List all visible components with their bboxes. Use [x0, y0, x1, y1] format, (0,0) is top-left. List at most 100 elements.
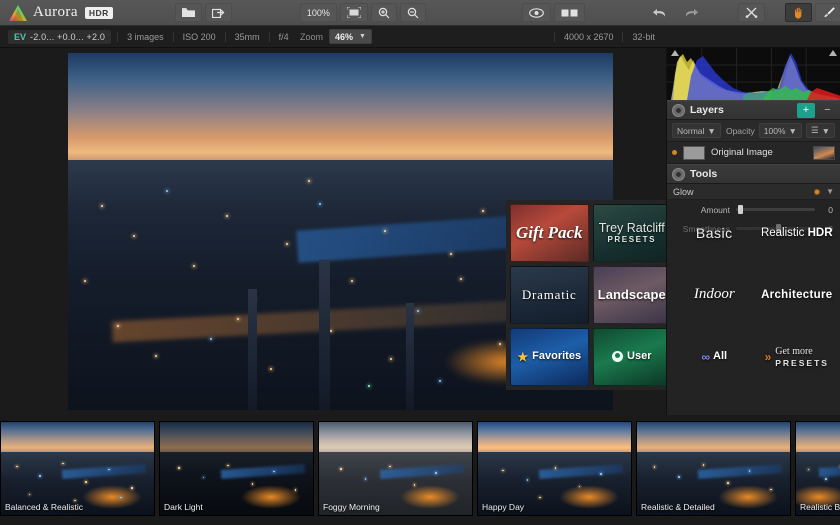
- layer-controls: Normal ▼ Opacity 100% ▼ ☰ ▼: [667, 120, 840, 142]
- compare-split-icon[interactable]: [554, 3, 585, 22]
- section-enabled-icon[interactable]: [814, 189, 820, 195]
- layer-item-original-image[interactable]: Original Image: [667, 142, 840, 164]
- preset-label: Architecture: [761, 289, 832, 301]
- preset-tile-gift-pack[interactable]: Gift Pack: [510, 204, 589, 262]
- image-dimensions: 4000 x 2670: [554, 32, 623, 42]
- layer-menu-button[interactable]: ☰ ▼: [806, 123, 835, 138]
- chevron-down-icon: ▼: [707, 126, 715, 136]
- layers-panel-header: Layers + −: [667, 100, 840, 120]
- slider-amount[interactable]: Amount 0: [667, 200, 840, 219]
- layer-name: Original Image: [711, 147, 807, 158]
- preset-label: Dramatic: [522, 288, 577, 302]
- title-bar: Aurora HDR 100%: [0, 0, 840, 26]
- chevron-down-icon: ▼: [359, 33, 366, 40]
- hamburger-icon: ☰: [811, 125, 819, 136]
- preset-label: Trey Ratcliff PRESETS: [599, 222, 665, 245]
- filmstrip-item[interactable]: Dark Light: [159, 421, 314, 516]
- zoom-100-button[interactable]: 100%: [300, 3, 337, 22]
- zoom-label: Zoom: [300, 32, 323, 42]
- preview-eye-icon[interactable]: [522, 3, 551, 22]
- preset-tile-user[interactable]: User: [593, 328, 672, 386]
- view-button-group: [522, 3, 585, 22]
- preset-label: Landscape: [598, 288, 666, 302]
- preset-label: ∞ All: [701, 351, 727, 364]
- aurora-hdr-window: Aurora HDR 100%: [0, 0, 840, 525]
- fit-to-screen-icon[interactable]: [340, 3, 368, 22]
- add-layer-button[interactable]: +: [797, 103, 815, 118]
- chevron-down-icon[interactable]: ▼: [826, 187, 834, 196]
- layer-mask-thumbnail[interactable]: [683, 146, 705, 160]
- get-more-sublabel: PRESETS: [775, 358, 829, 368]
- layer-preview-thumbnail: [813, 146, 835, 160]
- ev-label: EV: [14, 32, 26, 42]
- histogram-highlight-clip-icon[interactable]: [829, 50, 837, 56]
- meta-aperture: f/4: [270, 32, 298, 42]
- slider-track[interactable]: [736, 208, 815, 211]
- zoom-button-group: 100%: [300, 3, 426, 22]
- filmstrip[interactable]: Balanced & Realistic Dark Light Foggy Mo…: [0, 415, 840, 525]
- history-button-group: [645, 3, 706, 22]
- filmstrip-label: Balanced & Realistic: [5, 502, 83, 512]
- ev-values: -2.0... +0.0... +2.0: [30, 32, 105, 42]
- opacity-select[interactable]: 100% ▼: [759, 123, 802, 138]
- opacity-value: 100%: [764, 126, 786, 136]
- brush-tool-icon[interactable]: [815, 3, 840, 22]
- preset-label: » Get more PRESETS: [765, 346, 829, 368]
- preset-label: Basic: [696, 226, 733, 241]
- photo-sky: [68, 53, 613, 174]
- tool-section-glow[interactable]: Glow ▼: [667, 184, 840, 200]
- slider-label: Amount: [674, 205, 730, 215]
- opacity-label: Opacity: [726, 126, 755, 136]
- zoom-control: Zoom 46% ▼: [300, 29, 372, 44]
- slider-value: 0: [821, 205, 833, 215]
- chevron-down-icon: ▼: [789, 126, 797, 136]
- preset-sublabel: PRESETS: [599, 236, 665, 244]
- filmstrip-item[interactable]: Realistic & Detailed: [636, 421, 791, 516]
- app-logo: Aurora HDR: [0, 4, 113, 22]
- meta-images: 3 images: [117, 32, 174, 42]
- tools-icon: [672, 168, 685, 181]
- image-bit-depth: 32-bit: [622, 32, 664, 42]
- filmstrip-item[interactable]: Balanced & Realistic: [0, 421, 155, 516]
- preset-label: Gift Pack: [516, 224, 583, 242]
- layer-visibility-icon[interactable]: [672, 150, 677, 155]
- edit-tools-group: [785, 3, 840, 22]
- histogram: [667, 48, 840, 100]
- ev-chip[interactable]: EV -2.0... +0.0... +2.0: [8, 30, 111, 44]
- photo-building: [248, 289, 257, 410]
- zoom-in-icon[interactable]: [371, 3, 397, 22]
- preset-tile-landscape[interactable]: Landscape: [593, 266, 672, 324]
- meta-focal-length: 35mm: [226, 32, 270, 42]
- preset-tile-favorites[interactable]: ★ Favorites: [510, 328, 589, 386]
- tools-panel-header: Tools: [667, 164, 840, 184]
- preset-label: Indoor: [694, 287, 735, 303]
- user-icon: [612, 351, 623, 362]
- slider-handle[interactable]: [738, 205, 743, 214]
- filmstrip-item[interactable]: Realistic B: [795, 421, 840, 516]
- zoom-out-icon[interactable]: [400, 3, 426, 22]
- double-chevron-right-icon: »: [765, 351, 772, 364]
- undo-icon[interactable]: [645, 3, 674, 22]
- photo-building: [406, 303, 414, 410]
- share-export-icon[interactable]: [205, 3, 232, 22]
- aurora-logo-icon: [8, 4, 28, 22]
- zoom-level-select[interactable]: 46% ▼: [329, 29, 372, 44]
- open-folder-icon[interactable]: [175, 3, 202, 22]
- preset-tile-trey-ratcliff[interactable]: Trey Ratcliff PRESETS: [593, 204, 672, 262]
- filmstrip-item[interactable]: Foggy Morning: [318, 421, 473, 516]
- transform-crop-icon[interactable]: [738, 3, 765, 22]
- preset-tile-dramatic[interactable]: Dramatic: [510, 266, 589, 324]
- filmstrip-item[interactable]: Happy Day: [477, 421, 632, 516]
- app-name: Aurora: [33, 4, 78, 21]
- hand-tool-icon[interactable]: [785, 3, 812, 22]
- blend-mode-select[interactable]: Normal ▼: [672, 123, 721, 138]
- preset-label: User: [612, 351, 651, 363]
- redo-icon[interactable]: [677, 3, 706, 22]
- histogram-shadow-clip-icon[interactable]: [671, 50, 679, 56]
- filmstrip-label: Dark Light: [164, 502, 203, 512]
- remove-layer-button[interactable]: −: [820, 103, 835, 118]
- preset-label: Realistic HDR: [761, 227, 833, 239]
- star-icon: ★: [517, 351, 528, 364]
- photo-building: [319, 260, 330, 410]
- tool-section-label: Glow: [673, 187, 694, 197]
